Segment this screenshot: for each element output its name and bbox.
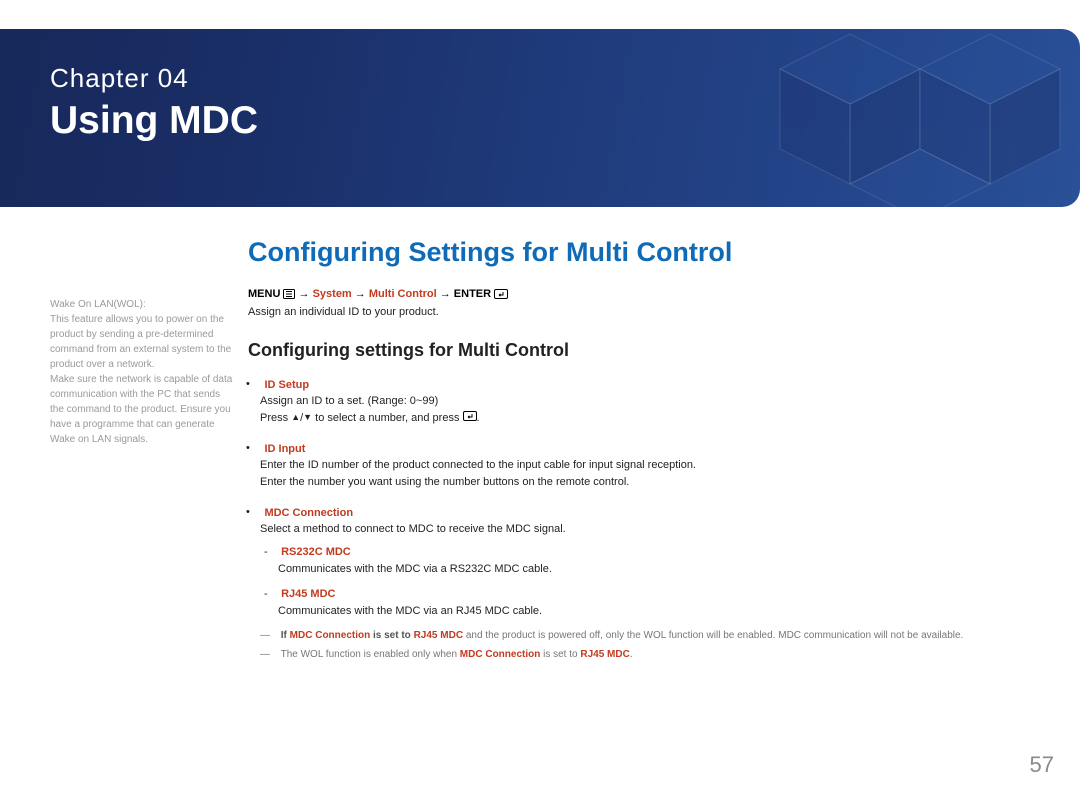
id-setup-press-line: Press ▲/▼ to select a number, and press …: [260, 410, 1050, 427]
chapter-banner: Chapter 04 Using MDC: [0, 29, 1080, 207]
main-column: Configuring Settings for Multi Control M…: [248, 237, 1050, 674]
up-arrow-icon: ▲: [291, 411, 300, 425]
id-input-line-1: Enter the ID number of the product conne…: [260, 457, 1050, 474]
enter-remote-icon: [463, 412, 477, 424]
menu-path-multicontrol: Multi Control: [369, 288, 437, 300]
enter-remote-icon: [494, 289, 508, 299]
menu-remote-icon: [283, 289, 295, 299]
menu-path-enter: ENTER: [454, 288, 491, 300]
rj45-body: Communicates with the MDC via an RJ45 MD…: [278, 603, 1050, 620]
mdc-notes: If MDC Connection is set to RJ45 MDC and…: [260, 628, 1050, 662]
wol-heading: Wake On LAN(WOL):: [50, 297, 234, 312]
list-item: ID Setup Assign an ID to a set. (Range: …: [260, 375, 1050, 427]
mdc-connection-desc: Select a method to connect to MDC to rec…: [260, 521, 1050, 538]
assign-id-note: Assign an individual ID to your product.: [248, 306, 1050, 318]
menu-path-system: System: [313, 288, 352, 300]
sub-title-rj45: RJ45 MDC: [281, 588, 335, 600]
list-item: RS232C MDC Communicates with the MDC via…: [278, 544, 1050, 578]
list-item: ID Input Enter the ID number of the prod…: [260, 439, 1050, 491]
sub-title-rs232c: RS232C MDC: [281, 546, 351, 558]
list-item: MDC Connection Select a method to connec…: [260, 503, 1050, 662]
content-area: Wake On LAN(WOL): This feature allows yo…: [0, 207, 1080, 674]
item-title-id-input: ID Input: [264, 443, 305, 455]
subsection-title: Configuring settings for Multi Control: [248, 340, 1050, 361]
chapter-number-label: Chapter 04: [50, 63, 189, 94]
section-title: Configuring Settings for Multi Control: [248, 237, 1050, 268]
side-note: Wake On LAN(WOL): This feature allows yo…: [50, 237, 248, 674]
list-item: RJ45 MDC Communicates with the MDC via a…: [278, 586, 1050, 620]
mdc-sublist: RS232C MDC Communicates with the MDC via…: [260, 544, 1050, 620]
id-input-line-2: Enter the number you want using the numb…: [260, 474, 1050, 491]
wol-paragraph-1: This feature allows you to power on the …: [50, 312, 234, 372]
arrow-2: →: [355, 288, 369, 300]
id-setup-range: Assign an ID to a set. (Range: 0~99): [260, 393, 1050, 410]
item-title-mdc-connection: MDC Connection: [264, 507, 353, 519]
settings-list: ID Setup Assign an ID to a set. (Range: …: [248, 375, 1050, 662]
down-arrow-icon: ▼: [303, 411, 312, 425]
menu-path: MENU → System → Multi Control → ENTER: [248, 288, 1050, 300]
page-number: 57: [1030, 752, 1054, 778]
cubes-pattern-icon: [740, 29, 1080, 207]
rs232c-body: Communicates with the MDC via a RS232C M…: [278, 561, 1050, 578]
arrow-1: →: [299, 288, 313, 300]
arrow-3: →: [440, 288, 454, 300]
menu-path-menu: MENU: [248, 288, 280, 300]
wol-paragraph-2: Make sure the network is capable of data…: [50, 372, 234, 447]
chapter-title: Using MDC: [50, 99, 258, 143]
item-title-id-setup: ID Setup: [264, 379, 309, 391]
list-item: If MDC Connection is set to RJ45 MDC and…: [278, 628, 1050, 643]
list-item: The WOL function is enabled only when MD…: [278, 647, 1050, 662]
